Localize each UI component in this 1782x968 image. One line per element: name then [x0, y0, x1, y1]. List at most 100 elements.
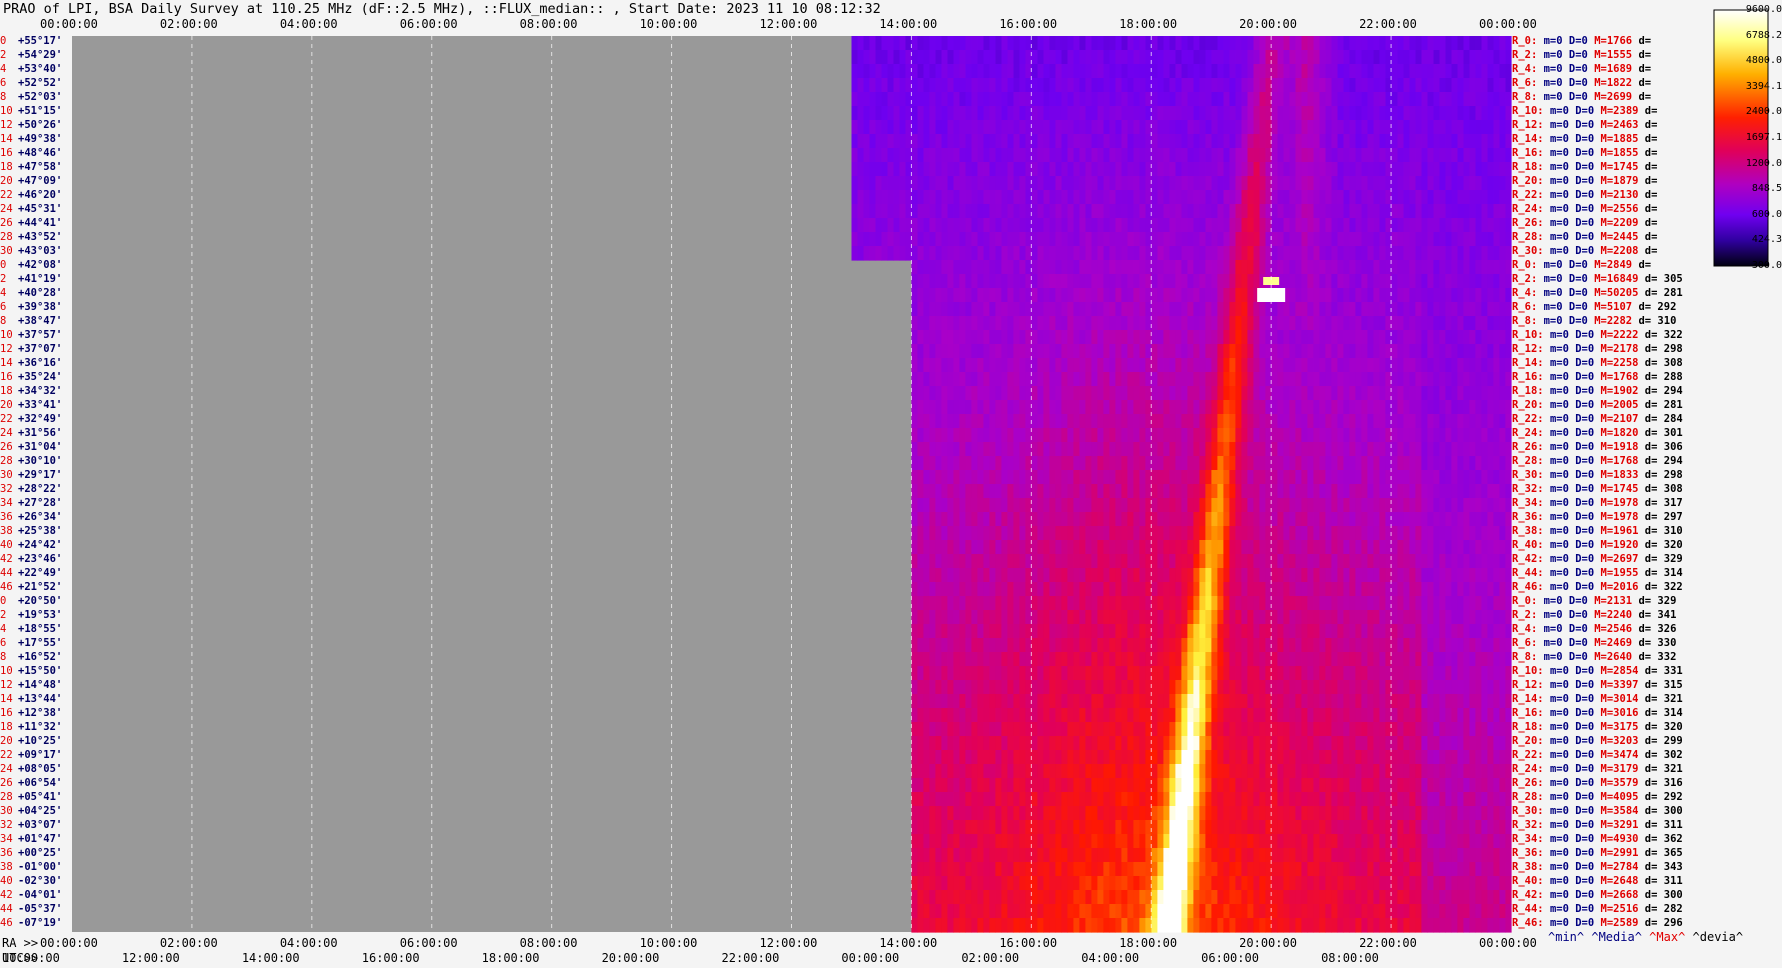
heatmap-cell: [1343, 624, 1350, 639]
heatmap-cell: [911, 596, 918, 611]
heatmap-cell: [1463, 568, 1470, 583]
heatmap-cell: [1151, 386, 1158, 401]
heatmap-cell: [977, 470, 984, 485]
heatmap-cell: [1493, 470, 1500, 485]
heatmap-cell: [941, 148, 949, 163]
heatmap-cell: [923, 400, 930, 415]
heatmap-cell: [1301, 218, 1309, 233]
heatmap-cell: [1109, 442, 1116, 457]
heatmap-cell: [1337, 400, 1344, 415]
heatmap-cell: [1007, 428, 1014, 443]
heatmap-cell: [1097, 680, 1104, 695]
heatmap-cell: [1487, 470, 1494, 485]
heatmap-cell: [1127, 526, 1134, 541]
heatmap-cell: [1163, 554, 1170, 569]
heatmap-cell: [953, 176, 961, 191]
heatmap-cell: [1085, 568, 1092, 583]
heatmap-cell: [1373, 50, 1381, 65]
heatmap-cell: [1193, 218, 1201, 233]
heatmap-cell: [1115, 204, 1123, 219]
heatmap-cell: [1019, 638, 1026, 653]
heatmap-cell: [1343, 512, 1350, 527]
heatmap-cell: [1181, 512, 1188, 527]
heatmap-cell: [1463, 498, 1470, 513]
heatmap-cell: [1163, 442, 1170, 457]
heatmap-cell: [1301, 484, 1308, 499]
heatmap-cell: [1427, 92, 1435, 107]
heatmap-cell: [1277, 302, 1284, 317]
heatmap-cell: [1481, 288, 1488, 303]
heatmap-cell: [1421, 624, 1428, 639]
heatmap-cell: [1109, 330, 1116, 345]
heatmap-cell: [1427, 246, 1435, 261]
heatmap-cell: [1253, 372, 1260, 387]
heatmap-cell: [1499, 414, 1506, 429]
heatmap-cell: [1067, 232, 1075, 247]
heatmap-cell: [1217, 176, 1225, 191]
heatmap-cell: [1013, 316, 1020, 331]
heatmap-cell: [893, 162, 901, 177]
heatmap-cell: [1409, 428, 1416, 443]
heatmap-cell: [1439, 470, 1446, 485]
heatmap-cell: [1319, 680, 1326, 695]
heatmap-cell: [911, 540, 918, 555]
heatmap-cell: [1241, 568, 1248, 583]
heatmap-cell: [983, 162, 991, 177]
heatmap-cell: [1289, 512, 1296, 527]
heatmap-cell: [1217, 218, 1225, 233]
heatmap-cell: [1079, 694, 1086, 709]
heatmap-cell: [1319, 512, 1326, 527]
heatmap-cell: [1133, 386, 1140, 401]
heatmap-cell: [1133, 316, 1140, 331]
heatmap-cell: [1313, 414, 1320, 429]
heatmap-cell: [1331, 400, 1338, 415]
heatmap-cell: [1163, 232, 1171, 247]
heatmap-cell: [1187, 624, 1194, 639]
heatmap-cell: [947, 372, 954, 387]
heatmap-cell: [1409, 344, 1416, 359]
heatmap-cell: [1487, 162, 1495, 177]
heatmap-cell: [1229, 624, 1236, 639]
heatmap-cell: [1475, 260, 1482, 275]
heatmap-cell: [1151, 414, 1158, 429]
heatmap-cell: [1373, 176, 1381, 191]
heatmap-cell: [1109, 624, 1116, 639]
heatmap-cell: [1127, 638, 1134, 653]
heatmap-cell: [1427, 148, 1435, 163]
heatmap-cell: [1343, 288, 1350, 303]
heatmap-cell: [1121, 610, 1128, 625]
heatmap-cell: [1397, 554, 1404, 569]
heatmap-cell: [1325, 330, 1332, 345]
heatmap-cell: [1355, 176, 1363, 191]
heatmap-cell: [1199, 512, 1206, 527]
heatmap-cell: [1253, 246, 1261, 261]
heatmap-cell: [1337, 106, 1345, 121]
heatmap-cell: [887, 176, 895, 191]
heatmap-cell: [1355, 218, 1363, 233]
heatmap-cell: [1331, 232, 1339, 247]
heatmap-cell: [1115, 554, 1122, 569]
heatmap-cell: [1103, 162, 1111, 177]
heatmap-cell: [1067, 680, 1074, 695]
heatmap-cell: [917, 162, 925, 177]
heatmap-cell: [1319, 694, 1326, 709]
heatmap-cell: [1121, 106, 1129, 121]
heatmap-cell: [1283, 652, 1290, 667]
heatmap-cell: [1229, 568, 1236, 583]
heatmap-cell: [1103, 372, 1110, 387]
heatmap-cell: [1235, 582, 1242, 597]
heatmap-cell: [1217, 470, 1224, 485]
heatmap-cell: [1175, 582, 1182, 597]
heatmap-cell: [947, 666, 954, 681]
heatmap-cell: [917, 498, 924, 513]
heatmap-cell: [1421, 246, 1429, 261]
heatmap-cell: [995, 344, 1002, 359]
heatmap-cell: [1343, 498, 1350, 513]
heatmap-cell: [1307, 596, 1314, 611]
heatmap-cell: [1241, 288, 1248, 303]
heatmap-cell: [1211, 694, 1218, 709]
heatmap-cell: [1157, 638, 1164, 653]
heatmap-cell: [1463, 176, 1471, 191]
heatmap-cell: [1163, 610, 1170, 625]
heatmap-cell: [1241, 610, 1248, 625]
